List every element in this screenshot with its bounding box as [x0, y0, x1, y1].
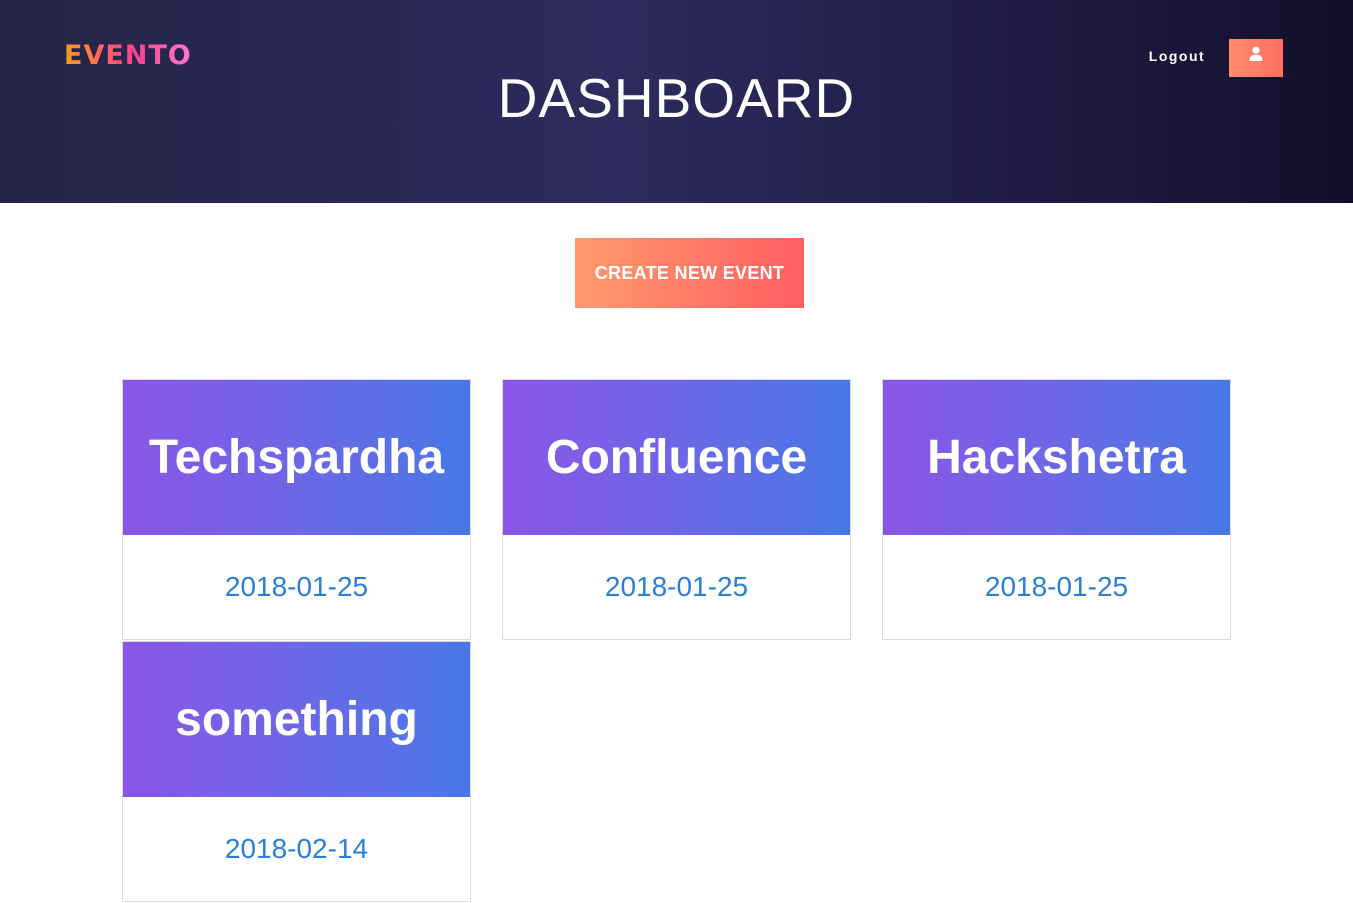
event-name: Confluence — [545, 431, 808, 484]
event-date: 2018-02-14 — [224, 833, 369, 864]
event-card-hackshetra[interactable]: Hackshetra 2018-01-25 — [882, 379, 1231, 640]
event-card-something[interactable]: something 2018-02-14 — [122, 641, 471, 902]
event-card-confluence[interactable]: Confluence 2018-01-25 — [502, 379, 851, 640]
user-icon — [1249, 46, 1263, 61]
event-card-header: something — [123, 642, 470, 797]
event-name: something — [175, 693, 418, 746]
logout-link[interactable]: Logout — [1140, 48, 1214, 64]
event-name: Hackshetra — [927, 431, 1186, 484]
event-name: Techspardha — [148, 431, 445, 484]
event-card-header: Confluence — [503, 380, 850, 535]
event-card-techspardha[interactable]: Techspardha 2018-01-25 — [122, 379, 471, 640]
event-card-header: Techspardha — [123, 380, 470, 535]
create-new-event-button[interactable]: CREATE NEW EVENT — [575, 238, 804, 308]
event-date: 2018-01-25 — [984, 571, 1129, 602]
user-profile-button[interactable] — [1229, 39, 1283, 77]
event-card-header: Hackshetra — [883, 380, 1230, 535]
event-date: 2018-01-25 — [604, 571, 749, 602]
page-title: DASHBOARD — [497, 67, 856, 129]
event-date: 2018-01-25 — [224, 571, 369, 602]
header-banner: EVENTO DASHBOARD Logout — [0, 0, 1353, 203]
